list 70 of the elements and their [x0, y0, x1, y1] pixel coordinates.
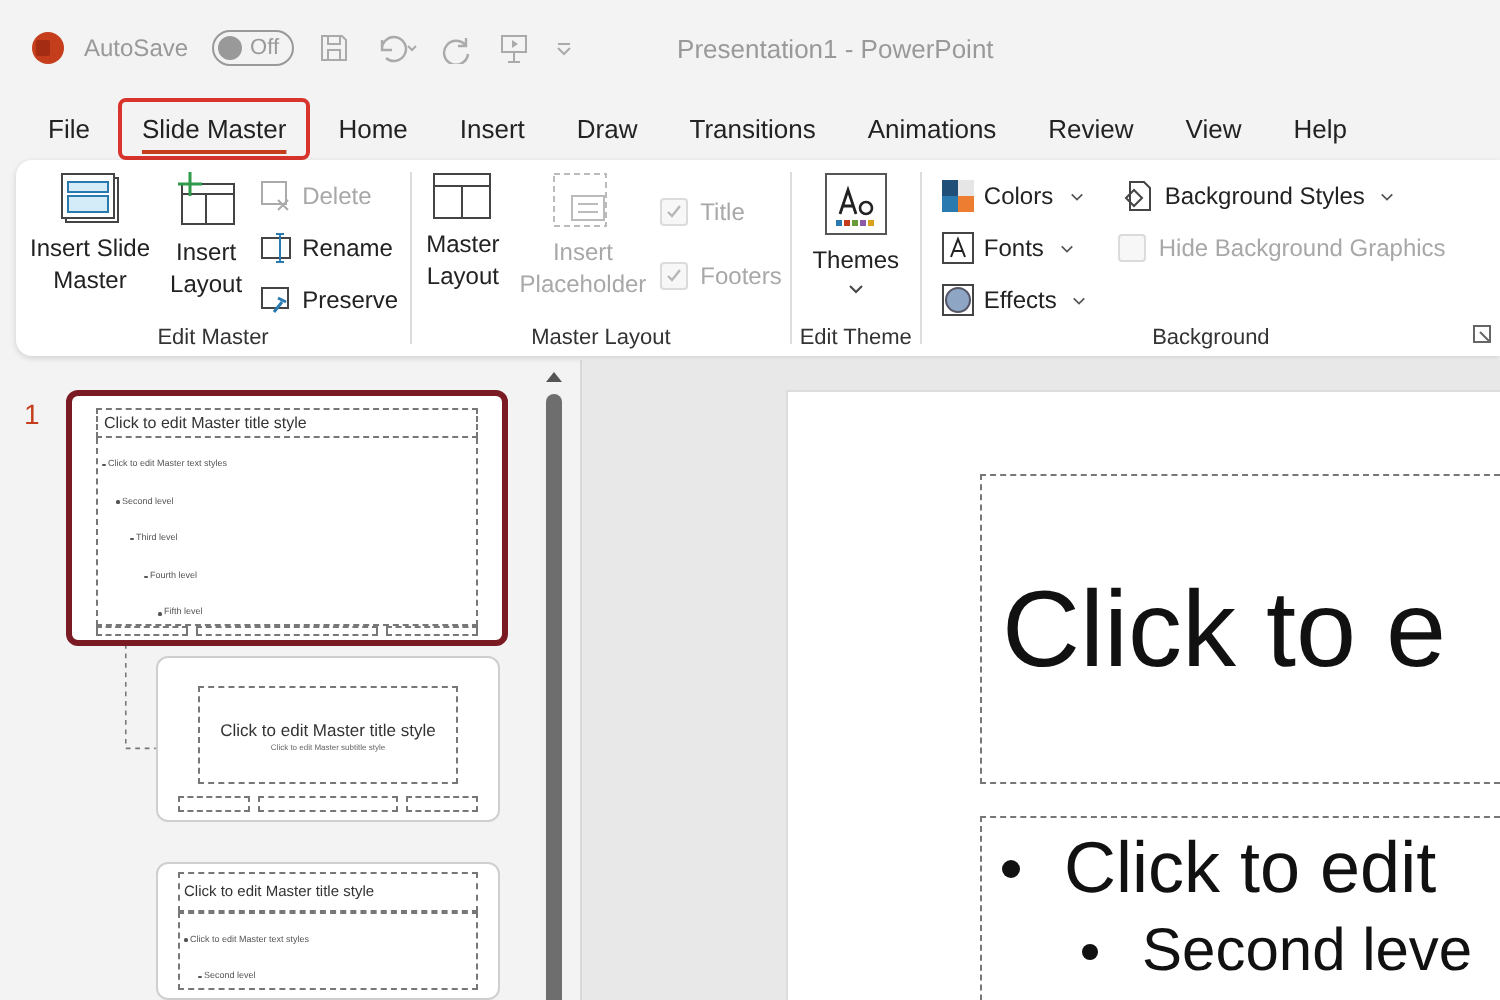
ribbon-tab[interactable]: Animations — [843, 97, 1021, 159]
footer-placeholder — [178, 795, 250, 812]
autosave-label: AutoSave — [84, 34, 189, 62]
presentation-icon[interactable] — [497, 32, 530, 64]
caret-icon — [1380, 191, 1395, 201]
themes-button[interactable]: Themes — [806, 168, 906, 298]
themes-icon — [823, 172, 888, 236]
checkbox-label: Title — [700, 198, 745, 226]
dialog-launcher-icon[interactable] — [1472, 324, 1492, 344]
ribbon-tab[interactable]: Home — [314, 97, 432, 159]
connector-line — [120, 644, 160, 755]
ribbon-tab[interactable]: Help — [1269, 97, 1371, 159]
footer-placeholder — [406, 795, 478, 812]
pin-icon — [260, 284, 293, 316]
colors-button[interactable]: Colors — [937, 172, 1091, 220]
footer-placeholder — [96, 626, 189, 636]
scrollbar-thumb[interactable] — [546, 394, 562, 1000]
app-logo-icon — [32, 32, 64, 64]
checkbox-label: Footers — [700, 262, 782, 290]
customize-icon[interactable] — [553, 38, 574, 58]
redo-icon[interactable] — [441, 32, 474, 64]
paint-bucket-icon — [1122, 180, 1155, 212]
ribbon-tab[interactable]: Slide Master — [117, 97, 311, 159]
color-swatch-icon — [941, 180, 974, 212]
group-label: Edit Master — [157, 326, 269, 350]
layout-add-icon — [174, 172, 239, 228]
caret-icon — [847, 284, 864, 294]
bullet-text: Click to edit — [1064, 826, 1437, 910]
insert-layout-button[interactable]: Insert Layout — [164, 168, 249, 304]
window-title: Presentation1 - PowerPoint — [677, 33, 994, 63]
slide-number: 1 — [22, 396, 42, 430]
title-text: Click to edit Master title style — [104, 414, 307, 433]
save-icon[interactable] — [317, 32, 350, 64]
caret-icon — [1069, 191, 1084, 201]
ribbon-tab[interactable]: Insert — [435, 97, 549, 159]
insert-slide-master-button[interactable]: Insert Slide Master — [24, 168, 157, 300]
delete-icon — [260, 180, 293, 212]
checkmark-icon — [664, 266, 685, 286]
layout-icon — [432, 172, 493, 220]
group-label: Background — [1152, 326, 1270, 350]
slide-master-icon — [60, 172, 121, 224]
master-layout-button[interactable]: Master Layout — [420, 168, 506, 296]
group-label: Master Layout — [531, 326, 671, 350]
ribbon-tab[interactable]: Transitions — [665, 97, 840, 159]
group-label: Edit Theme — [799, 326, 912, 350]
caret-icon — [1072, 295, 1087, 305]
placeholder-icon — [552, 172, 613, 228]
checkbox-label: Hide Background Graphics — [1158, 234, 1446, 262]
title-text: Click to edit Master title style — [220, 719, 436, 740]
footer-placeholder — [385, 626, 478, 636]
checkmark-icon — [664, 202, 685, 222]
scroll-up-icon[interactable] — [546, 370, 562, 382]
ribbon-tab[interactable]: Draw — [552, 97, 662, 159]
ribbon-tab[interactable]: File — [24, 97, 114, 159]
footer-placeholder — [258, 795, 398, 812]
font-icon — [941, 232, 974, 264]
ribbon-tab[interactable]: View — [1161, 97, 1266, 159]
title-text: Click to e — [1002, 567, 1447, 691]
effects-button[interactable]: Effects — [937, 276, 1091, 324]
bullet-text: Second leve — [1142, 918, 1473, 986]
bullet-icon — [1002, 859, 1020, 877]
ribbon-tab[interactable]: Review — [1024, 97, 1158, 159]
rename-icon — [260, 232, 293, 264]
fonts-button[interactable]: Fonts — [937, 224, 1091, 272]
preserve-button[interactable]: Preserve — [256, 276, 403, 324]
caret-icon — [1059, 243, 1074, 253]
effects-circle-icon — [941, 284, 974, 316]
background-styles-button[interactable]: Background Styles — [1118, 172, 1446, 220]
rename-button[interactable]: Rename — [256, 224, 403, 272]
bullet-icon — [1082, 944, 1098, 960]
